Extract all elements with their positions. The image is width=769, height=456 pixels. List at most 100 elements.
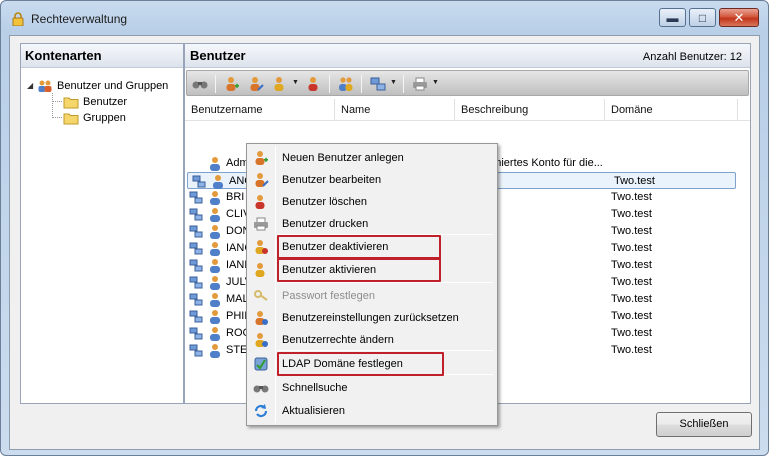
row-icons	[189, 291, 225, 308]
user-enable-icon	[255, 263, 265, 277]
cell-domain: Two.test	[611, 259, 652, 271]
column-header-description[interactable]: Beschreibung	[455, 99, 605, 121]
menu-item-label: Benutzer löschen	[282, 196, 367, 208]
dropdown-arrow-icon[interactable]: ▼	[432, 79, 439, 86]
user-rights-toolbar-button[interactable]	[337, 75, 355, 93]
network-user-icon	[189, 344, 203, 356]
user-delete-icon	[308, 77, 318, 91]
menu-item-user-edit[interactable]: Benutzer bearbeiten	[249, 169, 495, 191]
close-icon: ✕	[733, 9, 745, 25]
tree-item-label: Gruppen	[83, 112, 126, 124]
menu-item-label: Benutzer drucken	[282, 218, 369, 230]
menu-item-key: Passwort festlegen	[249, 285, 495, 307]
menu-item-label: Neuen Benutzer anlegen	[282, 152, 404, 164]
network-user-icon	[189, 225, 203, 237]
cell-domain: Two.test	[611, 191, 652, 203]
menu-item-user-add[interactable]: Neuen Benutzer anlegen	[249, 147, 495, 169]
users-title: Benutzer	[190, 48, 246, 63]
column-header-domain[interactable]: Domäne	[605, 99, 738, 121]
user-edit-icon	[250, 77, 264, 91]
highlight-box	[277, 235, 441, 259]
cell-domain: Two.test	[611, 208, 652, 220]
highlight-box	[277, 352, 444, 376]
tree-item-users[interactable]: Benutzer	[63, 94, 127, 110]
menu-item-user-rights[interactable]: Benutzerrechte ändern	[249, 329, 495, 351]
row-icons	[192, 173, 228, 190]
account-types-title: Kontenarten	[21, 44, 183, 68]
close-button[interactable]: Schließen	[656, 412, 752, 437]
lock-icon	[12, 12, 24, 26]
cell-domain: Two.test	[611, 242, 652, 254]
user-status-toolbar-button[interactable]	[271, 75, 289, 93]
print-toolbar-button[interactable]	[411, 75, 429, 93]
cell-domain: Two.test	[611, 276, 652, 288]
user-icon	[210, 225, 220, 239]
user-add-icon	[255, 151, 268, 165]
quick-search-button[interactable]	[191, 75, 209, 93]
key-icon	[254, 290, 268, 301]
user-icon	[210, 208, 220, 222]
ldap-toolbar-button[interactable]	[369, 75, 387, 93]
edit-user-toolbar-button[interactable]	[247, 75, 265, 93]
tree-item-label: Benutzer	[83, 96, 128, 108]
highlight-box	[277, 258, 441, 282]
dropdown-arrow-icon[interactable]: ▼	[292, 79, 299, 86]
menu-item-user-delete[interactable]: Benutzer löschen	[249, 191, 495, 213]
minimize-icon: ▬	[666, 10, 679, 25]
menu-item-printer[interactable]: Benutzer drucken	[249, 213, 495, 235]
network-user-icon	[189, 293, 203, 305]
tree-item-groups[interactable]: Gruppen	[63, 110, 126, 126]
user-icon	[210, 259, 220, 273]
users-group-icon	[38, 80, 52, 92]
dropdown-arrow-icon[interactable]: ▼	[390, 79, 397, 86]
user-disable-icon	[274, 77, 284, 91]
user-rights-icon	[339, 77, 353, 91]
network-user-icon	[189, 310, 203, 322]
delete-user-toolbar-button[interactable]	[305, 75, 323, 93]
folder-icon	[63, 97, 79, 109]
user-add-icon	[226, 77, 239, 91]
row-icons	[189, 223, 225, 240]
menu-item-user-reset[interactable]: Benutzereinstellungen zurücksetzen	[249, 307, 495, 329]
menu-item-label: Aktualisieren	[282, 405, 345, 417]
user-edit-icon	[255, 173, 269, 187]
folder-icon	[63, 113, 79, 125]
row-icons	[189, 155, 225, 172]
collapse-icon[interactable]: ◢	[27, 78, 37, 94]
context-menu: Neuen Benutzer anlegen Benutzer bearbeite…	[246, 143, 498, 426]
row-icons	[189, 240, 225, 257]
add-user-toolbar-button[interactable]	[223, 75, 241, 93]
title-bar[interactable]: Rechteverwaltung ▬ □ ✕	[1, 1, 768, 35]
user-icon	[210, 327, 220, 341]
cell-domain: Two.test	[611, 310, 652, 322]
user-icon	[210, 191, 220, 205]
network-user-icon	[189, 242, 203, 254]
tree-item-label: Benutzer und Gruppen	[57, 80, 169, 92]
menu-item-refresh[interactable]: Aktualisieren	[249, 400, 495, 422]
user-icon	[213, 175, 223, 189]
menu-item-label: Benutzer bearbeiten	[282, 174, 382, 186]
close-window-button[interactable]: ✕	[719, 8, 759, 27]
cell-domain: Two.test	[611, 327, 652, 339]
binoculars-icon	[253, 385, 269, 393]
cell-domain: Two.test	[611, 344, 652, 356]
ldap-icon	[254, 357, 268, 371]
tree-item-users-groups[interactable]: ◢ Benutzer und Gruppen	[27, 78, 168, 94]
user-icon	[210, 344, 220, 358]
network-user-icon	[189, 191, 203, 203]
column-header-name[interactable]: Name	[335, 99, 455, 121]
minimize-button[interactable]: ▬	[659, 8, 686, 27]
menu-item-binoculars[interactable]: Schnellsuche	[249, 377, 495, 399]
printer-icon	[254, 217, 268, 231]
network-user-icon	[189, 327, 203, 339]
user-icon	[210, 242, 220, 256]
network-user-icon	[189, 276, 203, 288]
row-icons	[189, 257, 225, 274]
cell-domain: Two.test	[611, 293, 652, 305]
menu-item-label: Schnellsuche	[282, 382, 348, 394]
user-icon	[210, 310, 220, 324]
column-header-username[interactable]: Benutzername	[185, 99, 335, 121]
maximize-button[interactable]: □	[689, 8, 716, 27]
network-user-icon	[189, 208, 203, 220]
window-title: Rechteverwaltung	[31, 12, 128, 26]
